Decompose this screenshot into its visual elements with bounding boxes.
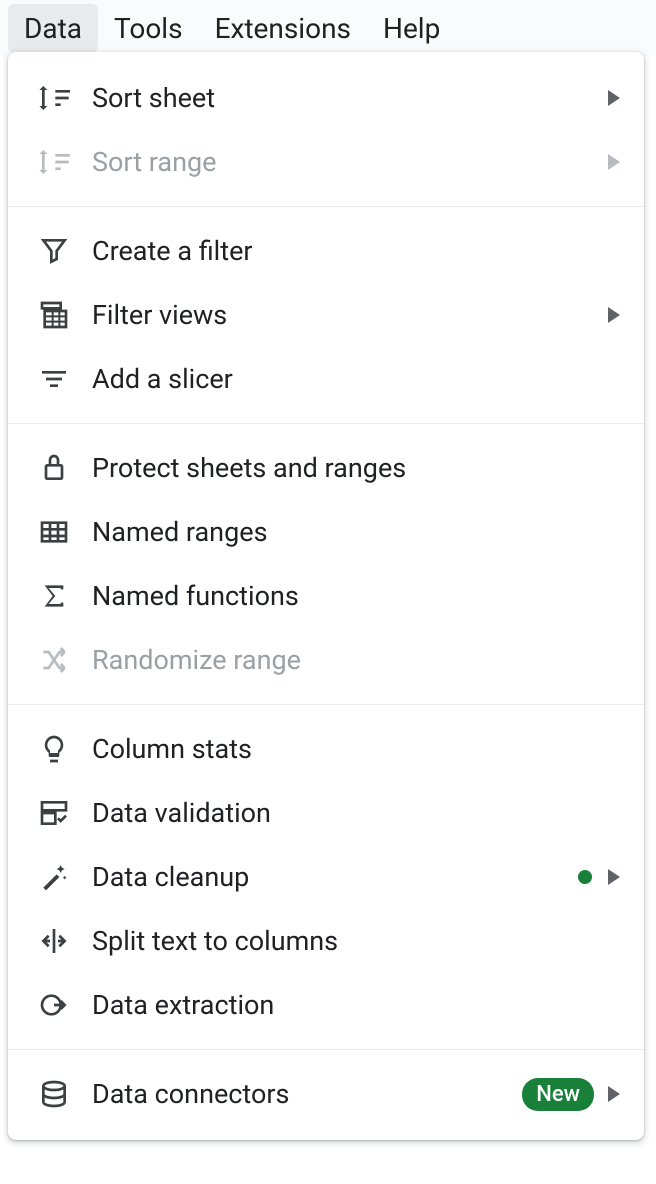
menu-sort-sheet[interactable]: Sort sheet [8, 66, 644, 130]
sort-range-icon [36, 144, 72, 180]
chevron-right-icon [608, 1086, 620, 1102]
chevron-right-icon [608, 869, 620, 885]
menu-data-extraction[interactable]: Data extraction [8, 973, 644, 1037]
menu-label: Add a slicer [92, 363, 620, 395]
database-icon [36, 1076, 72, 1112]
separator [8, 704, 644, 705]
named-ranges-icon [36, 514, 72, 550]
slicer-icon [36, 361, 72, 397]
menu-data-validation[interactable]: Data validation [8, 781, 644, 845]
menu-label: Protect sheets and ranges [92, 452, 620, 484]
data-validation-icon [36, 795, 72, 831]
menu-data-connectors[interactable]: Data connectors New [8, 1062, 644, 1126]
data-menu-dropdown: Sort sheet Sort range Create a filter Fi… [8, 52, 644, 1140]
lightbulb-icon [36, 731, 72, 767]
chevron-right-icon [608, 154, 620, 170]
menu-label: Split text to columns [92, 925, 620, 957]
menu-filter-views[interactable]: Filter views [8, 283, 644, 347]
menu-label: Column stats [92, 733, 620, 765]
filter-icon [36, 233, 72, 269]
lock-icon [36, 450, 72, 486]
menu-sort-range: Sort range [8, 130, 644, 194]
menu-label: Randomize range [92, 644, 620, 676]
menubar-extensions[interactable]: Extensions [199, 4, 367, 53]
filter-views-icon [36, 297, 72, 333]
chevron-right-icon [608, 307, 620, 323]
new-indicator-dot [578, 870, 592, 884]
menu-protect-sheets[interactable]: Protect sheets and ranges [8, 436, 644, 500]
menu-add-slicer[interactable]: Add a slicer [8, 347, 644, 411]
menu-label: Data cleanup [92, 861, 578, 893]
menu-label: Data extraction [92, 989, 620, 1021]
split-icon [36, 923, 72, 959]
magic-wand-icon [36, 859, 72, 895]
sort-sheet-icon [36, 80, 72, 116]
menu-column-stats[interactable]: Column stats [8, 717, 644, 781]
menubar-help[interactable]: Help [367, 4, 456, 53]
separator [8, 1049, 644, 1050]
menu-label: Filter views [92, 299, 608, 331]
chevron-right-icon [608, 90, 620, 106]
separator [8, 206, 644, 207]
menu-create-filter[interactable]: Create a filter [8, 219, 644, 283]
menu-label: Sort sheet [92, 82, 608, 114]
new-badge: New [522, 1078, 594, 1111]
menu-label: Named functions [92, 580, 620, 612]
menu-data-cleanup[interactable]: Data cleanup [8, 845, 644, 909]
menu-named-ranges[interactable]: Named ranges [8, 500, 644, 564]
menubar-data[interactable]: Data [8, 4, 98, 53]
sigma-icon [36, 578, 72, 614]
menu-label: Named ranges [92, 516, 620, 548]
menubar-tools[interactable]: Tools [98, 4, 199, 53]
menubar: Data Tools Extensions Help [0, 0, 656, 56]
menu-label: Sort range [92, 146, 608, 178]
extraction-icon [36, 987, 72, 1023]
shuffle-icon [36, 642, 72, 678]
menu-named-functions[interactable]: Named functions [8, 564, 644, 628]
menu-randomize-range: Randomize range [8, 628, 644, 692]
menu-split-text[interactable]: Split text to columns [8, 909, 644, 973]
menu-label: Data connectors [92, 1078, 522, 1110]
menu-label: Create a filter [92, 235, 620, 267]
menu-label: Data validation [92, 797, 620, 829]
separator [8, 423, 644, 424]
